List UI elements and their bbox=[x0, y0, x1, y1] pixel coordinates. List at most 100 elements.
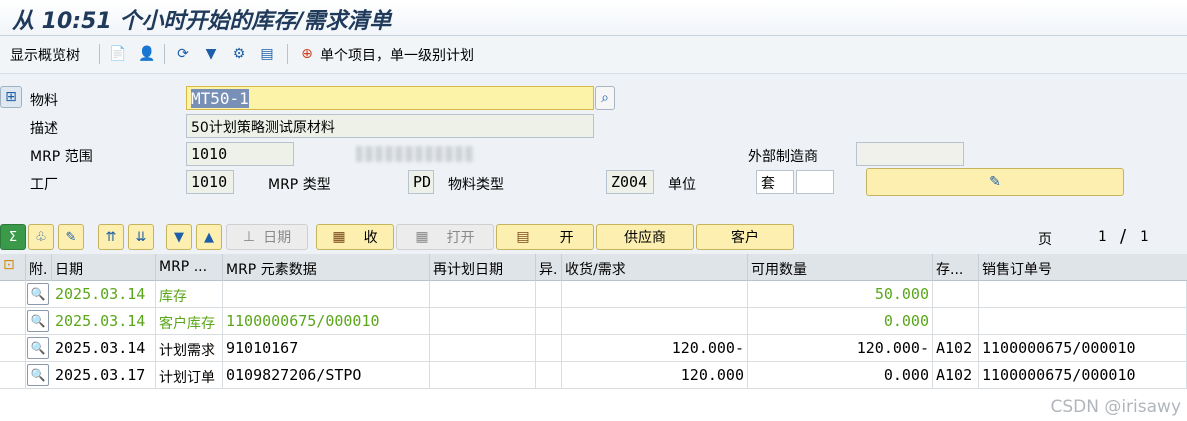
cell-avail: 50.000 bbox=[748, 281, 933, 308]
filter-down-icon[interactable]: ▼ bbox=[166, 224, 192, 250]
grid-header: ⊡ 附. 日期 MRP ... MRP 元素数据 再计划日期 异. 收货/需求 … bbox=[0, 254, 1187, 281]
desc-field: 50计划策略测试原材料 bbox=[186, 114, 594, 138]
plant-field: 1010 bbox=[186, 170, 234, 194]
row-detail-icon[interactable]: 🔍 bbox=[27, 283, 49, 305]
search-icon[interactable]: ⌕ bbox=[595, 86, 615, 110]
col-storage[interactable]: 存... bbox=[933, 254, 979, 281]
mrp-type-label: MRP 类型 bbox=[268, 177, 331, 193]
page-total: 1 bbox=[1140, 229, 1149, 245]
date-button[interactable]: ⊥ 日期 bbox=[226, 224, 308, 250]
col-exception[interactable]: 异. bbox=[536, 254, 562, 281]
page-label: 页 bbox=[1038, 232, 1052, 248]
person-search-icon[interactable]: 👤 bbox=[136, 43, 158, 65]
unit-field: 套 bbox=[756, 170, 794, 194]
cell-so bbox=[979, 308, 1187, 335]
row-selector[interactable] bbox=[0, 362, 26, 389]
cell-stor bbox=[933, 308, 979, 335]
open2-button[interactable]: ▤ 开 bbox=[496, 224, 594, 250]
print-icon[interactable]: ▤ bbox=[256, 43, 278, 65]
refresh-icon[interactable]: ⟳ bbox=[172, 43, 194, 65]
sum-icon[interactable]: Σ bbox=[0, 224, 26, 250]
cell-exc bbox=[536, 335, 562, 362]
header-form: ⊞ 物料 MT50-1 ⌕ 描述 50计划策略测试原材料 MRP 范围 1010… bbox=[0, 74, 1187, 220]
redacted-text bbox=[356, 146, 474, 162]
table-row[interactable]: 🔍 2025.03.17 计划订单 0109827206/STPO 120.000 0.0… bbox=[0, 362, 1187, 389]
cell-avail: 0.000 bbox=[748, 308, 933, 335]
table-row[interactable]: 🔍 2025.03.14 库存 50.000 bbox=[0, 281, 1187, 308]
cell-exc bbox=[536, 362, 562, 389]
material-type-label: 物料类型 bbox=[448, 177, 504, 193]
cell-recv bbox=[562, 281, 748, 308]
col-available[interactable]: 可用数量 bbox=[748, 254, 933, 281]
overview-tree-button[interactable]: 显示概览树 bbox=[10, 45, 80, 65]
mrp-area-label: MRP 范围 bbox=[30, 149, 93, 165]
hierarchy-icon[interactable]: ⊞ bbox=[0, 86, 22, 108]
col-mrp[interactable]: MRP ... bbox=[156, 254, 223, 281]
cell-reschedule bbox=[430, 362, 536, 389]
window-title-bar: 从 10:51 个小时开始的库存/需求清单 bbox=[0, 0, 1187, 36]
vendor-button[interactable]: 供应商 bbox=[596, 224, 694, 250]
col-date[interactable]: 日期 bbox=[52, 254, 156, 281]
app-toolbar: 显示概览树 📄 👤 ⟳ ▼ ⚙ ▤ ⊕ 单个项目，单一级别计划 bbox=[0, 36, 1187, 74]
pencil-icon[interactable]: ✎ bbox=[58, 224, 84, 250]
row-detail-icon[interactable]: 🔍 bbox=[27, 310, 49, 332]
col-element[interactable]: MRP 元素数据 bbox=[223, 254, 430, 281]
table-row[interactable]: 🔍 2025.03.14 计划需求 91010167 120.000- 120.000- A… bbox=[0, 335, 1187, 362]
table-row[interactable]: 🔍 2025.03.14 客户库存 1100000675/000010 0.000 bbox=[0, 308, 1187, 335]
row-selector[interactable] bbox=[0, 281, 26, 308]
material-label: 物料 bbox=[30, 93, 58, 109]
settings-icon[interactable]: ⚙ bbox=[228, 43, 250, 65]
col-sales-order[interactable]: 销售订单号 bbox=[979, 254, 1187, 281]
material-input[interactable]: MT50-1 bbox=[186, 86, 594, 110]
cell-stor: A102 bbox=[933, 335, 979, 362]
cell-reschedule bbox=[430, 335, 536, 362]
ext-mfr-label: 外部制造商 bbox=[748, 149, 818, 165]
mrp-area-field: 1010 bbox=[186, 142, 294, 166]
col-reschedule[interactable]: 再计划日期 bbox=[430, 254, 536, 281]
new-document-icon[interactable]: 📄 bbox=[107, 43, 129, 65]
window-title: 从 10:51 个小时开始的库存/需求清单 bbox=[12, 9, 392, 34]
collapse-tree-icon[interactable]: ⇊ bbox=[128, 224, 154, 250]
mrp-grid: ⊡ 附. 日期 MRP ... MRP 元素数据 再计划日期 异. 收货/需求 … bbox=[0, 254, 1187, 421]
cell-recv: 120.000- bbox=[562, 335, 748, 362]
row-selector[interactable] bbox=[0, 335, 26, 362]
cell-mrp: 计划需求 bbox=[156, 335, 223, 362]
col-attach[interactable]: 附. bbox=[26, 254, 52, 281]
row-detail-icon[interactable]: 🔍 bbox=[27, 364, 49, 386]
edit-button[interactable]: ✎ bbox=[866, 168, 1124, 196]
cell-exc bbox=[536, 281, 562, 308]
empty-row bbox=[0, 389, 1187, 416]
cell-date: 2025.03.14 bbox=[52, 335, 156, 362]
row-detail-icon[interactable]: 🔍 bbox=[27, 337, 49, 359]
cell-so: 1100000675/000010 bbox=[979, 335, 1187, 362]
col-receipt[interactable]: 收货/需求 bbox=[562, 254, 748, 281]
separator bbox=[99, 44, 100, 64]
cell-recv: 120.000 bbox=[562, 362, 748, 389]
open-button[interactable]: ▦ 打开 bbox=[396, 224, 494, 250]
plant-label: 工厂 bbox=[30, 177, 58, 193]
single-item-icon[interactable]: ⊕ bbox=[296, 43, 318, 65]
expand-tree-icon[interactable]: ⇈ bbox=[98, 224, 124, 250]
cell-reschedule bbox=[430, 281, 536, 308]
cell-date: 2025.03.14 bbox=[52, 281, 156, 308]
receive-button[interactable]: ▦ 收 bbox=[316, 224, 394, 250]
cell-element: 1100000675/000010 bbox=[223, 308, 430, 335]
filter-icon[interactable]: ▼ bbox=[200, 43, 222, 65]
cell-element: 0109827206/STPO bbox=[223, 362, 430, 389]
cell-mrp: 库存 bbox=[156, 281, 223, 308]
cell-mrp: 客户库存 bbox=[156, 308, 223, 335]
cell-exc bbox=[536, 308, 562, 335]
single-item-button[interactable]: 单个项目，单一级别计划 bbox=[320, 45, 474, 65]
cell-reschedule bbox=[430, 308, 536, 335]
customer-button[interactable]: 客户 bbox=[696, 224, 794, 250]
grid-toolbar: Σ ♧ ✎ ⇈ ⇊ ▼ ▲ ⊥ 日期 ▦ 收 ▦ 打开 ▤ 开 供应商 客户 页 1 /… bbox=[0, 220, 1187, 254]
bike-icon[interactable]: ♧ bbox=[28, 224, 54, 250]
mrp-type-field: PD bbox=[408, 170, 434, 194]
cell-date: 2025.03.17 bbox=[52, 362, 156, 389]
filter-up-icon[interactable]: ▲ bbox=[196, 224, 222, 250]
row-selector[interactable] bbox=[0, 308, 26, 335]
watermark: CSDN @irisawy bbox=[1050, 397, 1181, 417]
layout-icon[interactable]: ⊡ bbox=[0, 254, 26, 281]
cell-element bbox=[223, 281, 430, 308]
cell-avail: 120.000- bbox=[748, 335, 933, 362]
